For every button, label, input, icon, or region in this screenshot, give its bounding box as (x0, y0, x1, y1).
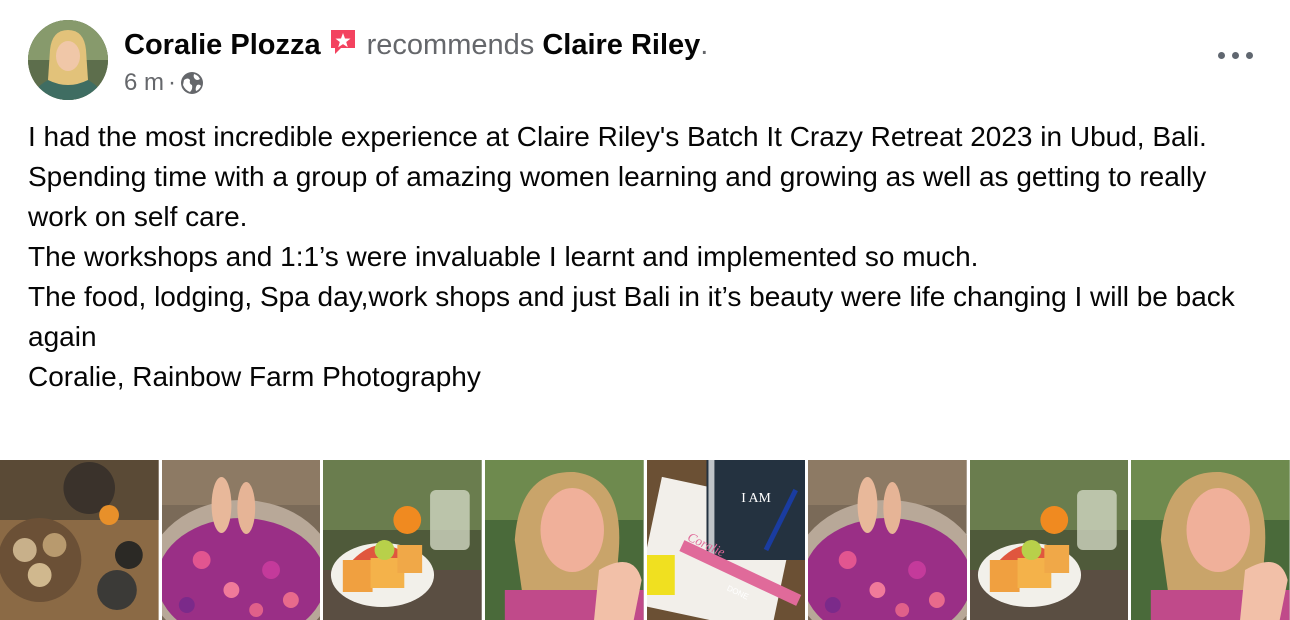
trailing-period: . (700, 29, 709, 61)
post-body-line: Coralie, Rainbow Farm Photography (28, 361, 481, 392)
photo-fruit-plate[interactable] (323, 460, 482, 620)
photo-selfie[interactable] (484, 460, 644, 620)
photo-flower-bath[interactable] (161, 460, 321, 620)
post-body: I had the most incredible experience at … (28, 117, 1268, 397)
recommended-page-link[interactable]: Claire Riley (542, 29, 700, 61)
recommend-star-icon (327, 26, 359, 58)
photo-fruit-plate[interactable] (969, 460, 1129, 620)
globe-icon[interactable] (180, 71, 204, 95)
notebook-title: I AM (741, 491, 771, 506)
photo-selfie[interactable] (1131, 460, 1290, 620)
post-body-line: The workshops and 1:1’s were invaluable … (28, 241, 979, 272)
post-timestamp[interactable]: 6 m (124, 68, 164, 98)
photo-notebook[interactable]: I AM Coralie DONE (646, 460, 806, 620)
author-name[interactable]: Coralie Plozza (124, 29, 321, 61)
photo-spa-bowls[interactable] (0, 460, 159, 620)
photo-strip: I AM Coralie DONE (0, 460, 1290, 620)
author-avatar[interactable] (28, 20, 108, 100)
post-body-line: The food, lodging, Spa day,work shops an… (28, 281, 1235, 352)
more-options-icon[interactable] (1216, 40, 1256, 70)
post-body-line: I had the most incredible experience at … (28, 121, 1207, 152)
post-header: Coralie Plozza recommends Claire Riley. 6… (28, 20, 1262, 102)
photo-flower-bath[interactable] (808, 460, 967, 620)
post-meta: 6 m · (124, 68, 204, 98)
recommends-label: recommends (366, 29, 535, 61)
post-body-line: Spending time with a group of amazing wo… (28, 161, 1207, 232)
meta-separator: · (168, 69, 177, 96)
post-title-line: Coralie Plozza recommends Claire Riley. (124, 26, 708, 62)
